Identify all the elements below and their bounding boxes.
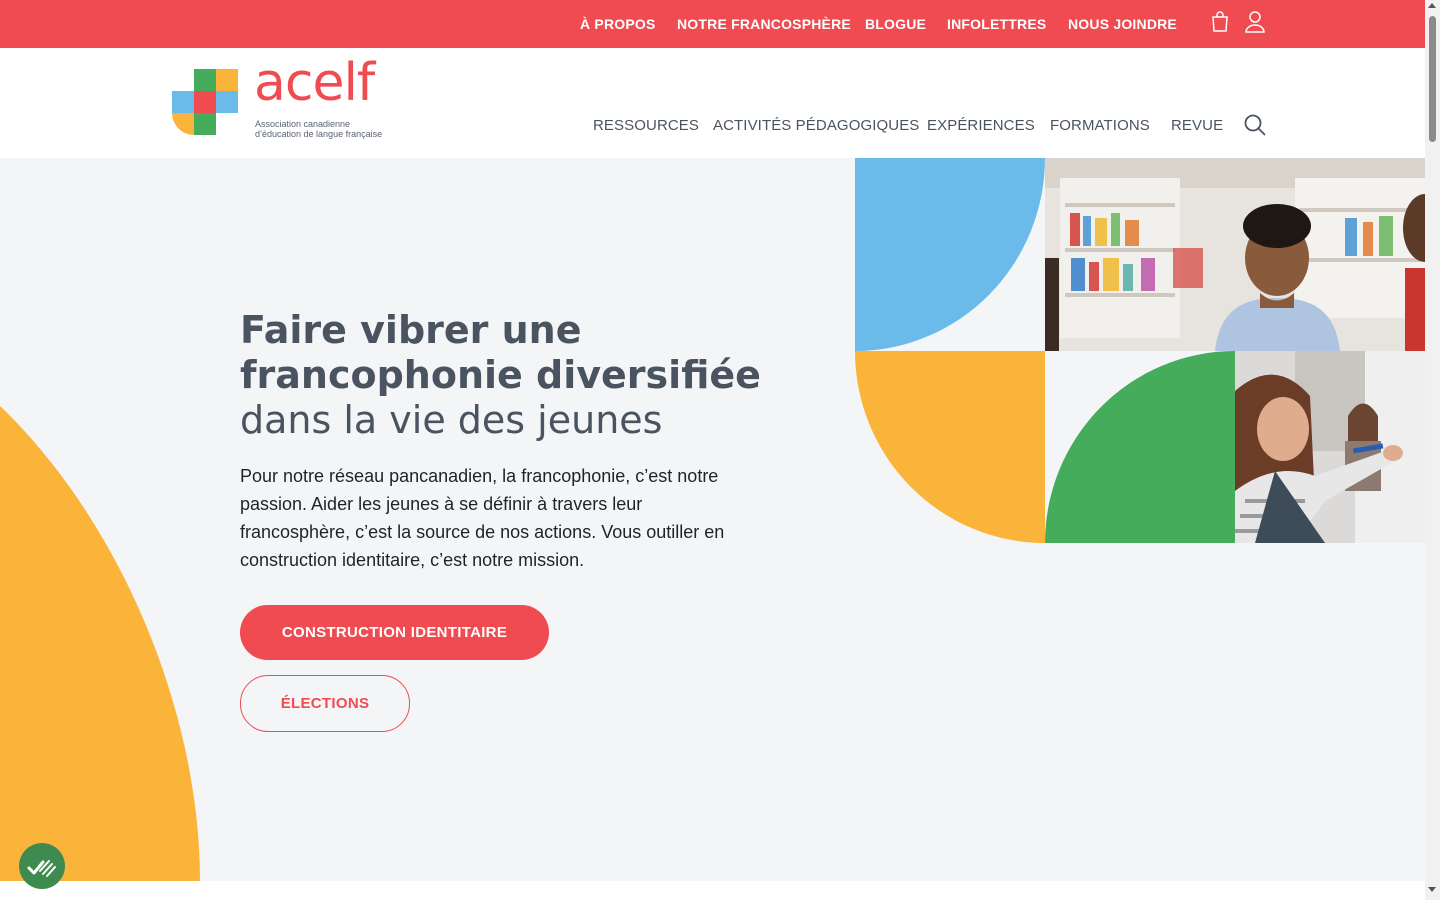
hero-title-line1: Faire vibrer une [240, 308, 582, 352]
utility-nav-item-5: NOUS JOINDRE [1068, 0, 1177, 48]
hero-body-text: Pour notre réseau pancanadien, la franco… [240, 466, 725, 570]
utility-nav-item-4: INFOLETTRES [947, 0, 1046, 48]
utility-link-a-propos[interactable]: À PROPOS [580, 16, 656, 32]
nav-item-ressources[interactable]: RESSOURCES [593, 117, 699, 134]
construction-identitaire-button[interactable]: CONSTRUCTION IDENTITAIRE [240, 605, 549, 660]
utility-link-notre-francosphere[interactable]: NOTRE FRANCOSPHÈRE [677, 16, 851, 32]
shopping-bag-icon[interactable] [1209, 10, 1233, 34]
hero-title: Faire vibrer une francophonie diversifié… [240, 308, 800, 443]
top-utility-bar: À PROPOS NOTRE FRANCOSPHÈRE BLOGUE INFOL… [0, 0, 1425, 48]
elections-button[interactable]: ÉLECTIONS [240, 675, 410, 732]
logo-wordmark: acelf [254, 53, 375, 113]
utility-link-nous-joindre[interactable]: NOUS JOINDRE [1068, 16, 1177, 32]
photo-girl-whiteboard [1235, 351, 1425, 543]
acelf-logo[interactable]: acelf Association canadienne d’éducation… [172, 57, 388, 139]
hero-title-line3: dans la vie des jeunes [240, 398, 663, 442]
photo-boy-library [1045, 158, 1425, 351]
nav-item-activites-pedagogiques[interactable]: ACTIVITÉS PÉDAGOGIQUES [713, 117, 919, 134]
logo-mark-icon [172, 69, 238, 135]
logo-subtitle: Association canadienne d’éducation de la… [255, 119, 395, 139]
hero-image-collage [855, 158, 1425, 543]
page-scrollbar[interactable] [1425, 0, 1440, 900]
nav-item-experiences[interactable]: EXPÉRIENCES [927, 117, 1035, 134]
logo-subtitle-line1: Association canadienne [255, 119, 351, 129]
floating-accessibility-badge[interactable] [19, 843, 65, 889]
yellow-arc-decoration [0, 406, 200, 881]
search-icon[interactable] [1243, 113, 1267, 137]
hero-title-line2: francophonie diversifiée [240, 353, 761, 397]
utility-nav-item-2: NOTRE FRANCOSPHÈRE [677, 0, 851, 48]
check-marks-icon [27, 860, 56, 877]
scrollbar-thumb[interactable] [1429, 16, 1436, 142]
scroll-down-arrow-icon[interactable] [1428, 887, 1436, 892]
utility-nav: À PROPOS [580, 0, 656, 48]
user-icon[interactable] [1243, 10, 1267, 34]
logo-subtitle-line2: d’éducation de langue française [255, 129, 383, 139]
nav-item-formations[interactable]: FORMATIONS [1050, 117, 1150, 134]
nav-item-revue[interactable]: REVUE [1171, 117, 1223, 134]
utility-link-infolettres[interactable]: INFOLETTRES [947, 16, 1046, 32]
hero-section: Faire vibrer une francophonie diversifié… [0, 158, 1425, 881]
utility-link-blogue[interactable]: BLOGUE [865, 16, 926, 32]
scroll-up-arrow-icon[interactable] [1428, 3, 1436, 8]
utility-nav-item-3: BLOGUE [865, 0, 926, 48]
page-bottom-strip [0, 881, 1425, 900]
